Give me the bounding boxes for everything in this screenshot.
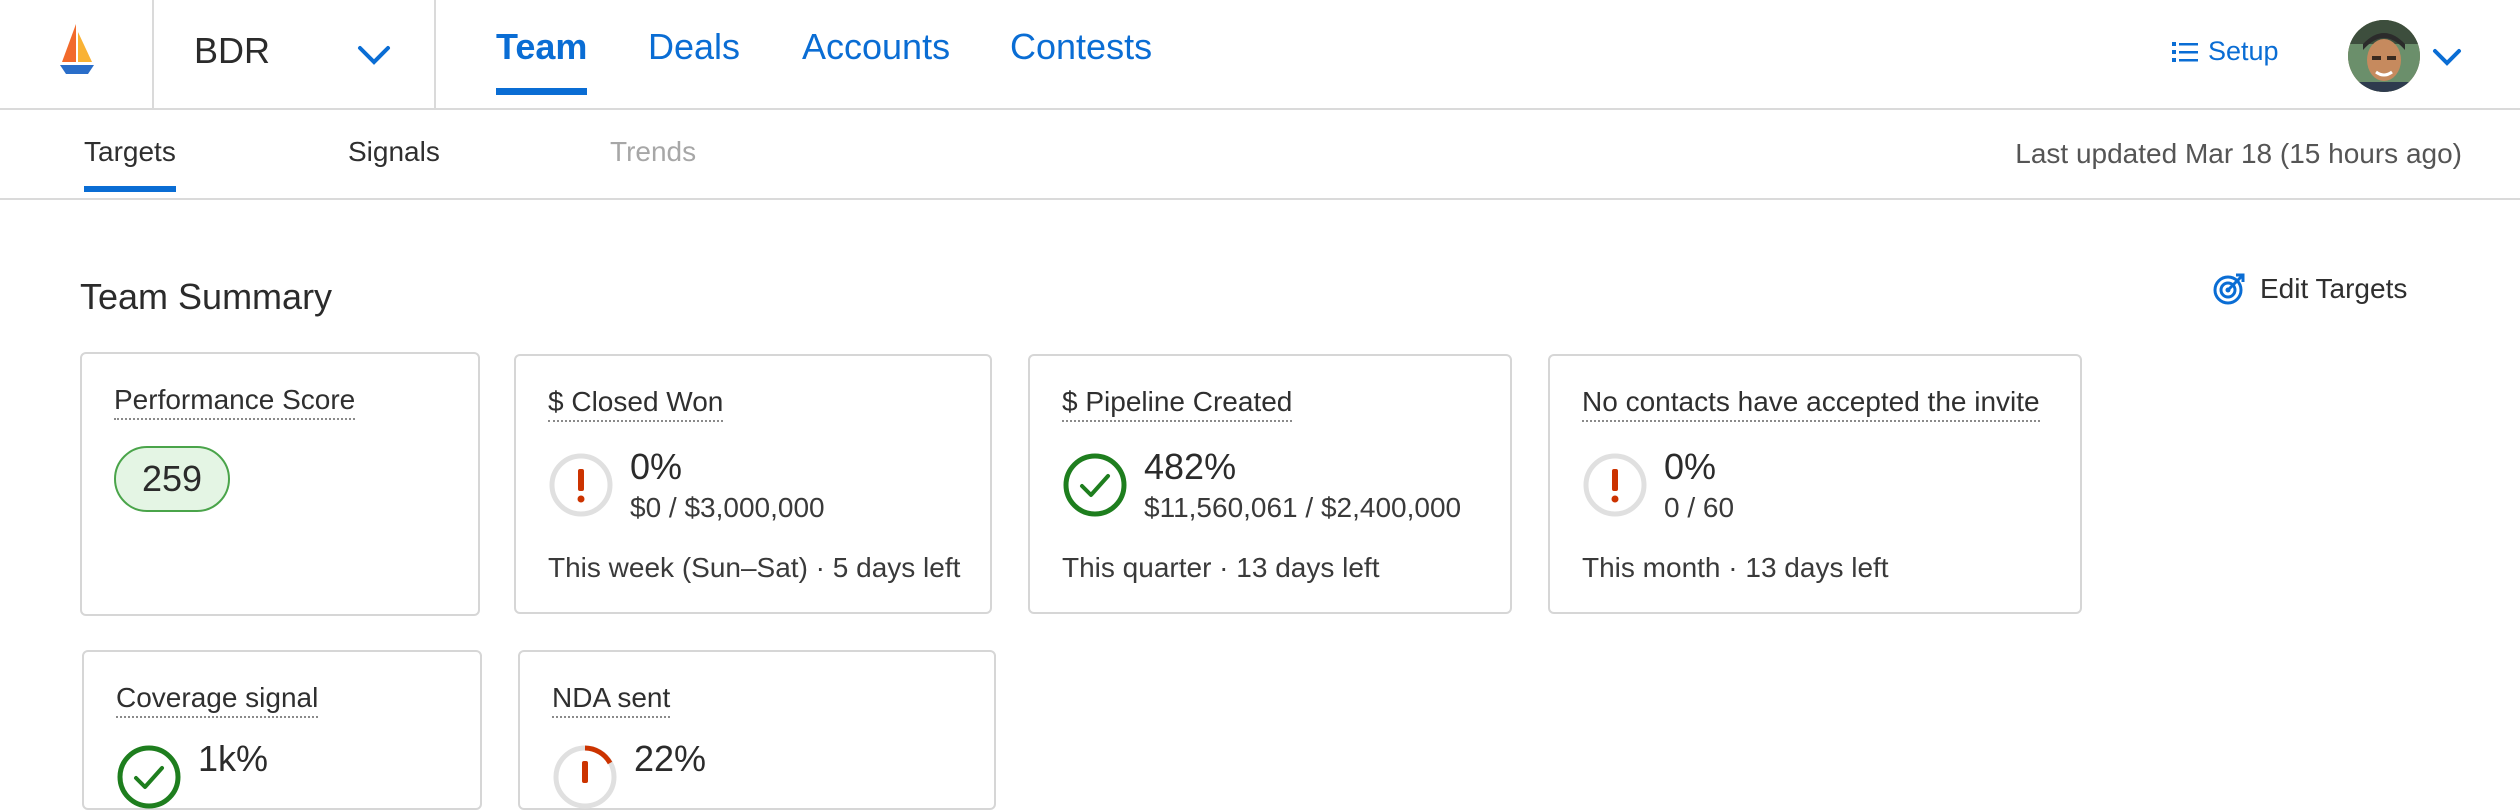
metric-period: This week (Sun–Sat) · 5 days left xyxy=(548,552,961,583)
card-title[interactable]: NDA sent xyxy=(552,682,671,718)
card-title[interactable]: Coverage signal xyxy=(116,682,319,718)
at-risk-icon xyxy=(553,745,617,809)
card-title[interactable]: Performance Score xyxy=(114,384,356,420)
nav-divider xyxy=(152,0,154,110)
metric-detail: 0 / 60 xyxy=(1664,492,1735,523)
metric-percent: 0% xyxy=(1664,446,1717,487)
tab-targets[interactable]: Targets xyxy=(84,136,176,192)
tab-signals[interactable]: Signals xyxy=(348,136,440,186)
sub-navbar: Targets Signals Trends Last updated Mar … xyxy=(0,110,2520,200)
nav-divider xyxy=(434,0,436,110)
nav-link-accounts[interactable]: Accounts xyxy=(802,26,950,88)
nda-sent-card[interactable]: NDA sent 22% xyxy=(518,650,996,810)
metric-detail: $11,560,061 / $2,400,000 xyxy=(1144,492,1462,523)
metric-percent: 482% xyxy=(1144,446,1237,487)
list-icon xyxy=(2172,41,2198,62)
setup-label: Setup xyxy=(2208,36,2279,66)
team-selector[interactable]: BDR xyxy=(194,30,270,72)
sailboat-logo-icon[interactable] xyxy=(54,22,98,78)
metric-percent: 0% xyxy=(630,446,683,487)
metric-period: This month · 13 days left xyxy=(1582,552,1889,583)
closed-won-card[interactable]: $ Closed Won 0% $0 / $3,000,000 This wee… xyxy=(514,354,992,614)
edit-targets-label: Edit Targets xyxy=(2260,273,2408,304)
card-title[interactable]: No contacts have accepted the invite xyxy=(1582,386,2040,422)
card-title[interactable]: $ Pipeline Created xyxy=(1062,386,1293,422)
avatar-image xyxy=(2348,20,2420,92)
nav-link-team[interactable]: Team xyxy=(496,26,588,95)
tab-trends: Trends xyxy=(610,136,697,167)
metric-period: This quarter · 13 days left xyxy=(1062,552,1380,583)
invite-accepted-card[interactable]: No contacts have accepted the invite 0% … xyxy=(1548,354,2082,614)
card-title[interactable]: $ Closed Won xyxy=(548,386,724,422)
checkmark-icon xyxy=(1063,453,1127,517)
performance-score-card[interactable]: Performance Score 259 xyxy=(80,352,480,616)
nav-link-contests[interactable]: Contests xyxy=(1010,26,1152,88)
chevron-down-icon[interactable] xyxy=(2432,46,2462,68)
section-title: Team Summary xyxy=(80,276,333,317)
chevron-down-icon[interactable] xyxy=(356,42,392,68)
nav-link-deals[interactable]: Deals xyxy=(648,26,740,88)
warning-icon xyxy=(549,453,613,517)
coverage-signal-card[interactable]: Coverage signal 1k% xyxy=(82,650,482,810)
edit-targets-button[interactable]: Edit Targets xyxy=(2212,272,2407,306)
score-badge: 259 xyxy=(114,446,230,512)
setup-button[interactable]: Setup xyxy=(2172,36,2279,67)
last-updated-text: Last updated Mar 18 (15 hours ago) xyxy=(2015,138,2462,169)
metric-detail: $0 / $3,000,000 xyxy=(630,492,825,523)
target-icon xyxy=(2213,273,2245,305)
warning-icon xyxy=(1583,453,1647,517)
checkmark-icon xyxy=(117,745,181,809)
user-avatar[interactable] xyxy=(2348,20,2420,92)
pipeline-created-card[interactable]: $ Pipeline Created 482% $11,560,061 / $2… xyxy=(1028,354,1512,614)
top-navbar: BDR Team Deals Accounts Contests Setup xyxy=(0,0,2520,110)
